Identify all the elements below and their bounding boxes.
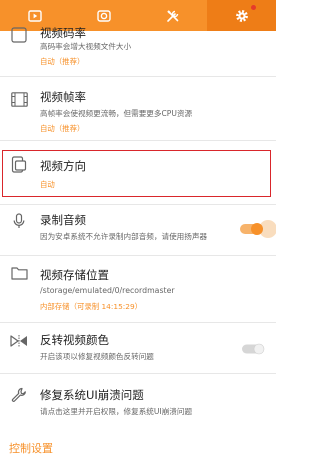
video-icon xyxy=(27,9,42,22)
setting-desc: 高帧率会使视频更流畅，但需要更多CPU资源 xyxy=(40,109,193,118)
setting-desc: 因为安卓系统不允许录制内部音频，请使用扬声器 xyxy=(40,232,208,241)
notification-dot xyxy=(251,5,256,10)
setting-video-bitrate[interactable]: 视频码率 高码率会增大视频文件大小 自动（推荐） xyxy=(0,26,276,76)
tab-tools[interactable] xyxy=(138,0,207,31)
setting-value: 自动（推荐） xyxy=(40,124,85,133)
tools-icon xyxy=(166,9,178,22)
setting-value: 内部存储（可录制 14:15:29） xyxy=(40,302,143,311)
setting-value: 自动（推荐） xyxy=(40,57,85,66)
film-icon xyxy=(9,89,29,109)
bitrate-icon xyxy=(9,25,29,45)
wrench-icon xyxy=(9,385,29,405)
record-audio-toggle[interactable] xyxy=(240,219,276,239)
setting-title: 反转视频颜色 xyxy=(40,333,109,347)
setting-title: 视频码率 xyxy=(40,26,86,40)
setting-desc: 开启该项以修复视频颜色反转问题 xyxy=(40,352,154,361)
camera-icon xyxy=(96,10,111,22)
setting-video-framerate[interactable]: 视频帧率 高帧率会使视频更流畅，但需要更多CPU资源 自动（推荐） xyxy=(0,77,276,140)
flip-icon xyxy=(9,331,29,351)
setting-desc: 高码率会增大视频文件大小 xyxy=(40,42,132,51)
setting-storage-location[interactable]: 视频存储位置 /storage/emulated/0/recordmaster … xyxy=(0,256,276,322)
setting-fix-system-ui[interactable]: 修复系统UI崩溃问题 请点击这里并开启权限，修复系统UI崩溃问题 xyxy=(0,374,276,424)
setting-desc: 请点击这里并开启权限，修复系统UI崩溃问题 xyxy=(40,407,193,416)
section-header-control: 控制设置 xyxy=(9,442,53,455)
setting-flip-colors[interactable]: 反转视频颜色 开启该项以修复视频颜色反转问题 xyxy=(0,323,276,373)
tab-settings[interactable] xyxy=(207,0,276,31)
flip-colors-toggle[interactable] xyxy=(242,343,266,355)
highlight-box xyxy=(2,150,271,197)
setting-title: 修复系统UI崩溃问题 xyxy=(40,388,144,402)
setting-record-audio[interactable]: 录制音频 因为安卓系统不允许录制内部音频，请使用扬声器 xyxy=(0,205,276,255)
setting-title: 录制音频 xyxy=(40,213,86,227)
setting-title: 视频存储位置 xyxy=(40,268,109,282)
setting-title: 视频帧率 xyxy=(40,90,86,104)
storage-path: /storage/emulated/0/recordmaster xyxy=(40,286,175,295)
gear-icon xyxy=(235,9,248,22)
folder-icon xyxy=(9,263,29,283)
microphone-icon xyxy=(9,211,29,231)
